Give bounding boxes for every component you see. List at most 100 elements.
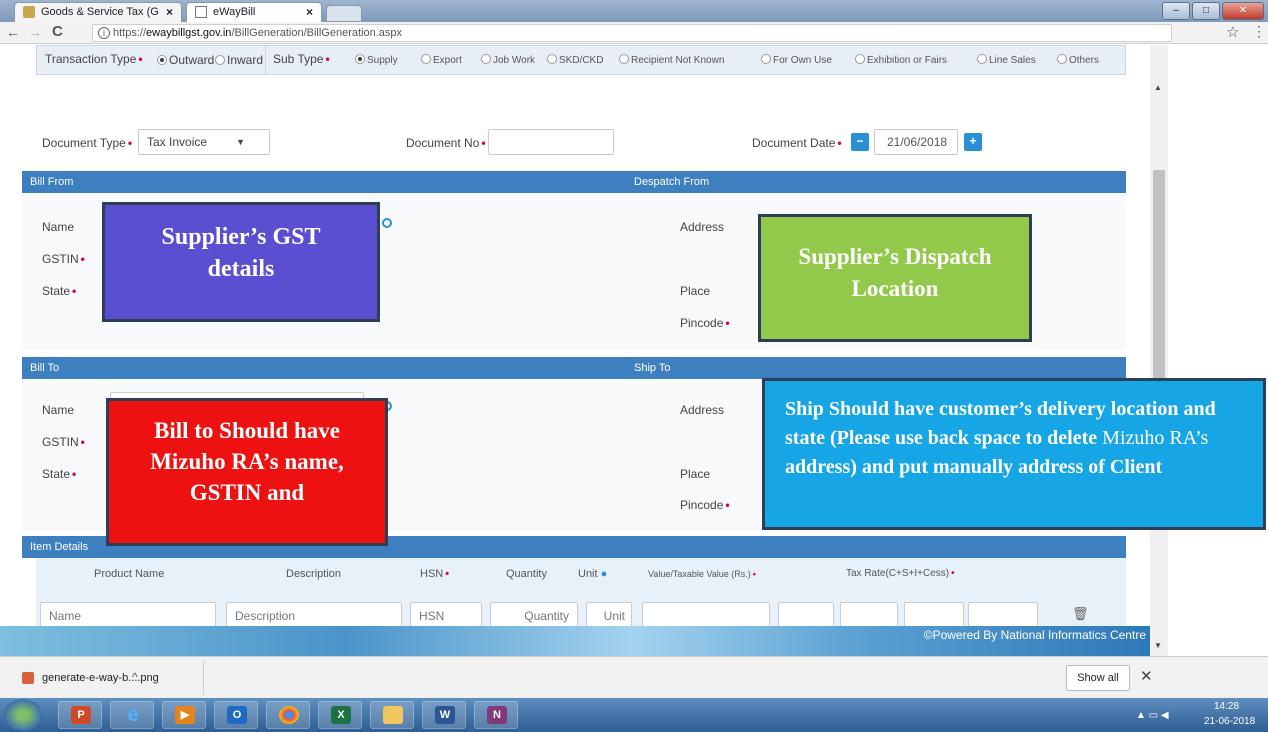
bill-from-title: Bill From [30, 176, 74, 188]
trash-icon[interactable]: 🗑 [1072, 606, 1089, 622]
document-date-value: 21/06/2018 [887, 135, 948, 149]
callout-text: Bill to Should have Mizuho RA’s name, GS… [150, 418, 344, 505]
radio-line-sales[interactable]: Line Sales [977, 54, 1036, 66]
bookmark-star-icon[interactable]: ☆ [1226, 23, 1239, 41]
tab-gst[interactable]: Goods & Service Tax (G × [14, 2, 182, 22]
document-type-text: Document Type [42, 136, 126, 150]
outward-label: Outward [169, 53, 215, 67]
clock-date[interactable]: 21-06-2018 [1204, 716, 1255, 727]
powerpoint-icon: P [71, 706, 91, 724]
placeholder: Unit [603, 609, 625, 623]
scroll-up-icon[interactable]: ▲ [1154, 83, 1162, 92]
radio-export[interactable]: Export [421, 54, 462, 66]
scroll-down-icon[interactable]: ▼ [1154, 641, 1162, 650]
col-description: Description [286, 568, 342, 580]
new-tab-button[interactable] [326, 5, 362, 22]
download-item[interactable]: generate-e-way-b....png ^ [8, 663, 204, 693]
placeholder: HSN [419, 609, 445, 623]
document-no-text: Document No [406, 136, 480, 150]
chevron-up-icon[interactable]: ^ [132, 670, 138, 684]
url-host: ewaybillgst.gov.in [146, 27, 232, 39]
taskbar-explorer[interactable] [370, 701, 414, 729]
gst-favicon-icon [23, 6, 35, 18]
radio-selected-icon [355, 54, 365, 64]
forward-arrow-icon[interactable]: → [28, 24, 42, 40]
taskbar-ie[interactable]: e [110, 701, 154, 729]
menu-icon[interactable]: ⋮ [1252, 23, 1266, 40]
bill-to-gstin-label: GSTIN • [42, 435, 85, 449]
help-icon[interactable]: ● [601, 568, 608, 580]
maximize-button[interactable]: □ [1192, 2, 1220, 20]
taskbar-outlook[interactable]: O [214, 701, 258, 729]
back-arrow-icon[interactable]: ← [6, 24, 20, 40]
document-type-label: Document Type • [42, 136, 133, 150]
internet-explorer-icon: e [127, 704, 139, 726]
radio-for-own-use[interactable]: For Own Use [761, 54, 832, 66]
bill-to-state-label: State • [42, 467, 77, 481]
clock-time[interactable]: 14:28 [1214, 701, 1239, 712]
download-file-name: generate-e-way-b....png [42, 672, 159, 684]
bill-to-name-label: Name [42, 403, 75, 417]
radio-recipient-not-known[interactable]: Recipient Not Known [619, 54, 724, 66]
callout-text-plain: Mizuho RA’s [1102, 427, 1209, 449]
radio-selected-icon [157, 55, 167, 65]
bill-to-bar: Bill To Ship To [22, 357, 1126, 379]
close-icon[interactable]: × [166, 3, 173, 21]
radio-icon [547, 54, 557, 64]
radio-supply[interactable]: Supply [355, 54, 398, 66]
date-increment-button[interactable]: + [964, 133, 982, 151]
start-button[interactable] [4, 699, 42, 731]
tray-icons[interactable]: ▲ ▭ ◀ [1136, 710, 1169, 721]
unit-header-text: Unit [578, 568, 598, 580]
document-no-input[interactable] [488, 129, 614, 155]
sub-type-text: Sub Type [273, 52, 324, 66]
taskbar-media[interactable]: ▶ [162, 701, 206, 729]
despatch-from-title: Despatch From [634, 176, 710, 188]
taskbar-chrome[interactable] [266, 701, 310, 729]
footer-strip: ©Powered By National Informatics Centre [0, 626, 1150, 656]
scrollbar[interactable]: ▲ ▼ [1150, 45, 1168, 656]
date-decrement-button[interactable]: − [851, 133, 869, 151]
divider [265, 46, 266, 74]
close-icon[interactable]: × [306, 3, 313, 21]
window-close-button[interactable]: ✕ [1222, 2, 1264, 20]
radio-icon [215, 55, 225, 65]
document-type-select[interactable]: Tax Invoice ▼ [138, 129, 270, 155]
tab-title: Goods & Service Tax (G [41, 6, 159, 18]
taskbar-onenote[interactable]: N [474, 701, 518, 729]
radio-others[interactable]: Others [1057, 54, 1099, 66]
callout-bill-to: Bill to Should have Mizuho RA’s name, GS… [106, 398, 388, 546]
scrollbar-thumb[interactable] [1153, 170, 1165, 400]
minimize-button[interactable]: – [1162, 2, 1190, 20]
subtype-label: Recipient Not Known [631, 55, 725, 66]
transaction-type-text: Transaction Type [45, 52, 137, 66]
taskbar-excel[interactable]: X [318, 701, 362, 729]
close-icon[interactable]: ✕ [1140, 667, 1153, 685]
radio-inward[interactable]: Inward [215, 53, 263, 67]
subtype-label: Job Work [493, 55, 536, 66]
document-date-input[interactable]: 21/06/2018 [874, 129, 958, 155]
tab-ewaybill[interactable]: eWayBill × [186, 2, 322, 22]
url-path: /BillGeneration/BillGeneration.aspx [231, 27, 403, 39]
info-icon[interactable]: i [98, 27, 110, 39]
ship-to-place-label: Place [680, 467, 711, 481]
ship-to-title: Ship To [634, 362, 671, 374]
radio-outward[interactable]: Outward [157, 53, 214, 67]
reload-icon[interactable]: C [52, 23, 63, 40]
radio-skd-ckd[interactable]: SKD/CKD [547, 54, 603, 66]
col-hsn: HSN • [420, 568, 450, 580]
taskbar-powerpoint[interactable]: P [58, 701, 102, 729]
transaction-row: Transaction Type • Outward Inward Sub Typ… [36, 45, 1126, 75]
radio-job-work[interactable]: Job Work [481, 54, 535, 66]
show-all-button[interactable]: Show all [1066, 665, 1130, 691]
bill-from-gstin-label: GSTIN • [42, 252, 85, 266]
download-bar: generate-e-way-b....png ^ Show all ✕ [0, 656, 1268, 698]
callout-text: Supplier’s Dispatch Location [798, 244, 992, 301]
ship-to-pincode-label: Pincode • [680, 498, 730, 512]
col-quantity: Quantity [506, 568, 547, 580]
radio-icon [481, 54, 491, 64]
taskbar-word[interactable]: W [422, 701, 466, 729]
url-field[interactable]: i https://ewaybillgst.gov.in/BillGenerat… [92, 24, 1172, 42]
radio-exhibition[interactable]: Exhibition or Fairs [855, 54, 947, 66]
search-icon[interactable] [382, 218, 392, 228]
